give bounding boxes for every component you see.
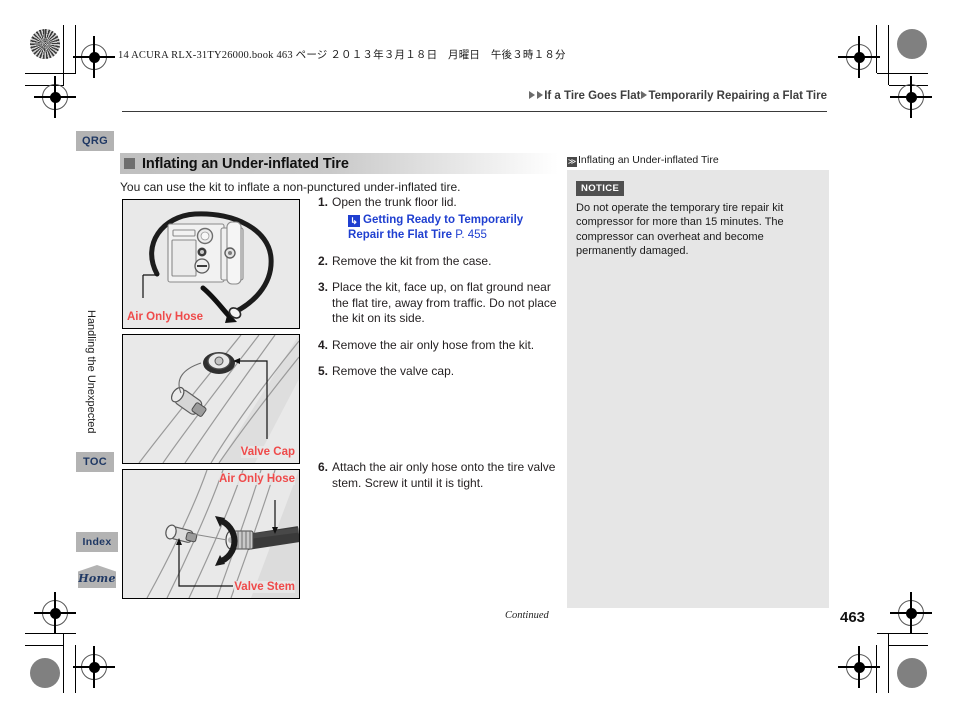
breadcrumb-item-2[interactable]: Temporarily Repairing a Flat Tire bbox=[648, 90, 827, 102]
figure-3-caption-stem: Valve Stem bbox=[234, 581, 295, 593]
figure-1-caption: Air Only Hose bbox=[127, 311, 204, 323]
step-3-number: 3. bbox=[318, 280, 329, 294]
registration-mark bbox=[73, 36, 115, 78]
registration-mark bbox=[34, 592, 76, 634]
crop-mark bbox=[75, 645, 77, 693]
breadcrumb: If a Tire Goes Flat Temporarily Repairing… bbox=[528, 90, 827, 102]
steps-list: 1. Open the trunk floor lid. ↳ Getting Re… bbox=[318, 195, 558, 391]
step-2-number: 2. bbox=[318, 253, 329, 268]
color-calibration-dot bbox=[30, 658, 60, 688]
registration-mark bbox=[890, 592, 932, 634]
crop-mark bbox=[876, 645, 878, 693]
step-6-text: Attach the air only hose onto the tire v… bbox=[332, 460, 556, 490]
registration-mark bbox=[838, 36, 880, 78]
registration-mark bbox=[838, 646, 880, 688]
sidebar-item-home[interactable]: Home bbox=[78, 565, 116, 588]
step-3: 3. Place the kit, face up, on flat groun… bbox=[318, 280, 558, 327]
step-5-number: 5. bbox=[318, 364, 329, 378]
crop-mark bbox=[888, 633, 890, 693]
registration-mark bbox=[73, 646, 115, 688]
figure-compressor-kit: Air Only Hose bbox=[122, 199, 300, 329]
registration-mark bbox=[34, 76, 76, 118]
cross-reference-title: Getting Ready to Temporarily Repair the … bbox=[348, 213, 524, 241]
registration-mark bbox=[890, 76, 932, 118]
step-1-text: Open the trunk floor lid. ↳ Getting Ready… bbox=[332, 195, 558, 243]
notice-panel: NOTICE Do not operate the temporary tire… bbox=[567, 170, 829, 608]
color-calibration-dot bbox=[897, 29, 927, 59]
crop-mark bbox=[876, 25, 878, 73]
step-1-body: Open the trunk floor lid. bbox=[332, 195, 457, 209]
step-4: 4. Remove the air only hose from the kit… bbox=[318, 338, 558, 354]
step-5: 5. Remove the valve cap. bbox=[318, 364, 558, 380]
crop-mark bbox=[889, 645, 928, 647]
crop-mark bbox=[75, 25, 77, 73]
notice-text: Do not operate the temporary tire repair… bbox=[576, 201, 784, 258]
sidebar-item-index[interactable]: Index bbox=[76, 532, 118, 552]
step-6-number: 6. bbox=[318, 460, 329, 474]
figure-valve-stem-hose: Air Only Hose Valve Stem bbox=[122, 469, 300, 599]
step-1: 1. Open the trunk floor lid. ↳ Getting Re… bbox=[318, 195, 558, 243]
step-3-text: Place the kit, face up, on flat ground n… bbox=[332, 280, 557, 325]
crop-mark bbox=[877, 633, 928, 635]
figure-valve-cap: Valve Cap bbox=[122, 334, 300, 464]
header-divider bbox=[122, 111, 827, 113]
square-bullet-icon bbox=[124, 158, 135, 169]
sidebar-item-qrg[interactable]: QRG bbox=[76, 131, 114, 151]
section-heading: Inflating an Under-inflated Tire bbox=[120, 153, 558, 174]
manual-page: 14 ACURA RLX-31TY26000.book 463 ページ ２０１３… bbox=[0, 0, 954, 718]
breadcrumb-arrow-icon bbox=[641, 91, 648, 99]
info-panel-heading: ≫ Inflating an Under-inflated Tire bbox=[567, 154, 719, 167]
figure-2-caption: Valve Cap bbox=[240, 446, 295, 458]
crop-mark bbox=[25, 73, 76, 75]
breadcrumb-item-1[interactable]: If a Tire Goes Flat bbox=[544, 90, 640, 102]
note-marker-icon: ≫ bbox=[567, 157, 577, 167]
figure-1-illustration bbox=[123, 200, 299, 328]
chapter-label: Handling the Unexpected bbox=[85, 310, 97, 434]
continued-label: Continued bbox=[505, 610, 549, 621]
jump-arrow-icon: ↳ bbox=[348, 214, 361, 227]
crop-mark bbox=[888, 25, 890, 85]
crop-mark bbox=[25, 633, 76, 635]
page-number: 463 bbox=[840, 609, 866, 626]
breadcrumb-arrow-icon bbox=[537, 91, 544, 99]
figure-2-illustration bbox=[123, 335, 299, 463]
step-2-text: Remove the kit from the case. bbox=[332, 253, 492, 268]
breadcrumb-arrow-icon bbox=[529, 91, 536, 99]
color-calibration-dot bbox=[897, 658, 927, 688]
step-6: 6. Attach the air only hose onto the tir… bbox=[318, 460, 558, 491]
step-2: 2. Remove the kit from the case. bbox=[318, 254, 558, 270]
crop-mark bbox=[63, 633, 65, 693]
cross-reference-page: P. 455 bbox=[455, 228, 487, 241]
step-5-text: Remove the valve cap. bbox=[332, 364, 455, 378]
sidebar-item-toc[interactable]: TOC bbox=[76, 452, 114, 472]
crop-mark bbox=[63, 25, 65, 85]
info-panel-heading-text: Inflating an Under-inflated Tire bbox=[578, 154, 719, 166]
page-title: Inflating an Under-inflated Tire bbox=[142, 155, 349, 172]
crop-mark bbox=[25, 645, 64, 647]
crop-mark bbox=[877, 73, 928, 75]
step-4-number: 4. bbox=[318, 337, 329, 352]
figure-3-illustration bbox=[123, 470, 299, 598]
step-1-number: 1. bbox=[318, 195, 329, 209]
section-intro: You can use the kit to inflate a non-pun… bbox=[120, 180, 461, 194]
step-4-text: Remove the air only hose from the kit. bbox=[332, 337, 535, 352]
book-file-header: 14 ACURA RLX-31TY26000.book 463 ページ ２０１３… bbox=[118, 50, 566, 61]
color-calibration-dot bbox=[30, 29, 60, 59]
figure-3-caption-hose: Air Only Hose bbox=[218, 473, 295, 485]
step-6-wrapper: 6. Attach the air only hose onto the tir… bbox=[318, 460, 558, 502]
notice-badge: NOTICE bbox=[576, 181, 625, 196]
cross-reference-link[interactable]: ↳ Getting Ready to Temporarily Repair the… bbox=[348, 213, 558, 243]
